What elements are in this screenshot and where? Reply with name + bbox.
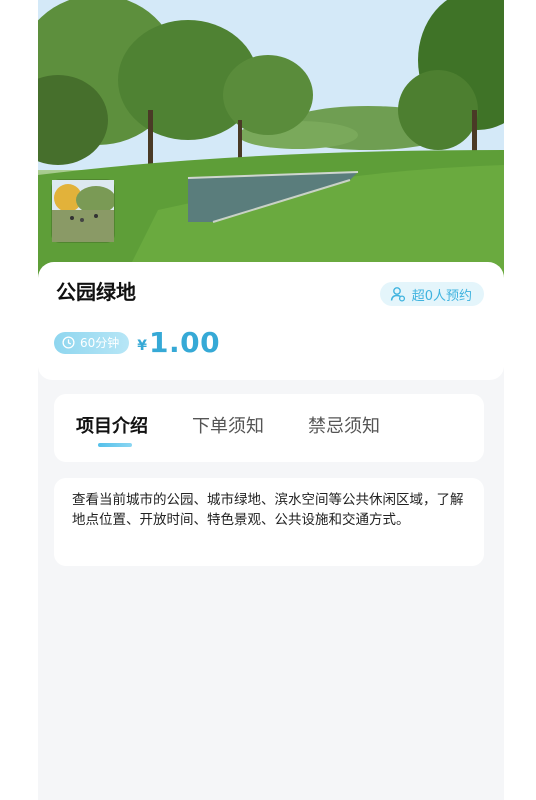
tab-order-notes[interactable]: 下单须知 [192,412,264,438]
clock-icon [62,336,75,349]
page-title: 公园绿地 [56,280,136,304]
tab-taboo-notes[interactable]: 禁忌须知 [308,412,380,438]
active-tab-indicator [98,443,132,447]
duration-label: 60分钟 [80,336,120,350]
thumbnail-2[interactable] [52,180,188,242]
thumbnail-strip [52,180,188,242]
phone-screen: 公园绿地 超0人预约 60分钟 ¥ 1.00 项目介绍 下单须知 禁忌须知 查看… [38,0,504,800]
description-card: 查看当前城市的公园、城市绿地、滨水空间等公共休闲区域，了解地点位置、开放时间、特… [54,478,484,566]
price-row: 60分钟 ¥ 1.00 [54,326,220,359]
currency-symbol: ¥ [137,337,148,354]
hero-image [38,0,504,290]
park-scene [38,0,504,290]
tab-bar: 项目介绍 下单须知 禁忌须知 [54,394,484,462]
description-text: 查看当前城市的公园、城市绿地、滨水空间等公共休闲区域，了解地点位置、开放时间、特… [72,492,464,528]
booking-count-label: 超0人预约 [411,288,472,304]
service-info-card: 公园绿地 超0人预约 60分钟 ¥ 1.00 [38,262,504,380]
tab-project-intro[interactable]: 项目介绍 [76,412,148,438]
price-value: 1.00 [149,326,221,359]
duration-badge: 60分钟 [54,331,130,354]
booking-count-badge: 超0人预约 [379,282,484,306]
user-icon [390,287,405,302]
